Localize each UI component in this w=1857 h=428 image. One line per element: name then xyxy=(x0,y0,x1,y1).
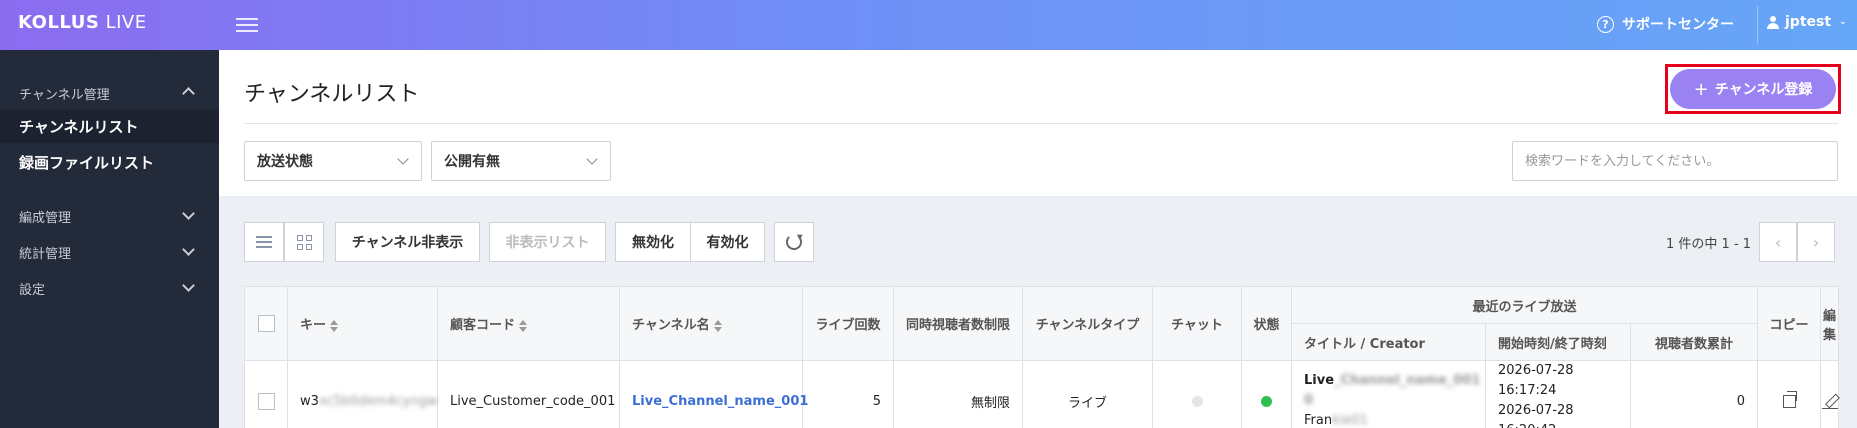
user-icon xyxy=(1767,15,1779,29)
end-time: 2026-07-28 16:20:42 xyxy=(1498,403,1574,428)
column-header-title-creator: タイトル / Creator xyxy=(1291,323,1486,361)
sidebar-group-channel[interactable]: チャンネル管理 xyxy=(0,78,219,108)
chevron-left-icon: ‹ xyxy=(1774,232,1782,252)
sidebar-item-recording-list[interactable]: 録画ファイルリスト xyxy=(0,145,219,179)
sidebar: チャンネル管理 チャンネルリスト 録画ファイルリスト 編成管理 統計管理 設定 xyxy=(0,50,219,428)
grid-view-icon xyxy=(296,234,312,250)
header-divider xyxy=(1757,6,1758,44)
column-header-edit: 編集 xyxy=(1820,286,1840,361)
broadcast-state-select[interactable]: 放送状態 xyxy=(244,141,422,181)
cell-copy xyxy=(1757,360,1822,428)
copy-icon[interactable] xyxy=(1782,390,1797,408)
search-input[interactable] xyxy=(1512,141,1838,181)
column-header-channel-type: チャンネルタイプ xyxy=(1022,286,1153,361)
cell-edit xyxy=(1820,360,1840,428)
refresh-button[interactable] xyxy=(774,222,814,262)
kollus-live-logo[interactable]: KOLLUS LIVE xyxy=(18,12,147,33)
help-icon: ? xyxy=(1597,15,1614,33)
sort-icon xyxy=(519,319,528,332)
list-view-icon xyxy=(256,236,272,248)
cell-start-end: 2026-07-28 16:17:24 2026-07-28 16:20:42 xyxy=(1485,360,1631,428)
menu-toggle-icon[interactable] xyxy=(236,14,258,36)
channel-table: キー 顧客コード チャンネル名 ライブ回数 同時視聴者数制限 チャンネルタイプ … xyxy=(244,286,1840,428)
chevron-down-icon xyxy=(586,153,598,165)
chevron-down-icon xyxy=(397,153,409,165)
chevron-down-icon xyxy=(182,279,195,292)
channel-name-link[interactable]: Live_Channel_name_001 xyxy=(632,394,808,409)
cell-key: w3xc5b0dem4cyngw xyxy=(287,360,438,428)
grid-view-button[interactable] xyxy=(284,222,324,262)
cell-concurrent-limit: 無制限 xyxy=(893,360,1023,428)
sort-icon xyxy=(713,319,722,332)
cell-status xyxy=(1241,360,1292,428)
chevron-down-icon: ⌄ xyxy=(1839,17,1847,27)
public-state-select[interactable]: 公開有無 xyxy=(431,141,611,181)
sidebar-group-statistics[interactable]: 統計管理 xyxy=(0,237,219,267)
sidebar-group-settings[interactable]: 設定 xyxy=(0,273,219,303)
row-select-cell xyxy=(244,360,288,428)
disable-button[interactable]: 無効化 xyxy=(615,222,691,262)
sort-icon xyxy=(330,319,339,332)
chat-status-dot xyxy=(1191,395,1203,407)
table-row: w3xc5b0dem4cyngw Live_Customer_code_001 … xyxy=(244,360,1840,428)
result-count: 1 件の中 1 - 1 xyxy=(1666,237,1752,252)
cell-chat xyxy=(1152,360,1242,428)
chevron-up-icon xyxy=(182,87,195,100)
chevron-down-icon xyxy=(182,207,195,220)
hide-channel-button[interactable]: チャンネル非表示 xyxy=(335,222,480,262)
column-header-channel-name[interactable]: チャンネル名 xyxy=(619,286,803,361)
plus-icon: + xyxy=(1693,78,1709,100)
cell-channel-type: ライブ xyxy=(1022,360,1153,428)
top-header: KOLLUS LIVE ? サポートセンター jptest ⌄ xyxy=(0,0,1857,50)
column-header-customer-code[interactable]: 顧客コード xyxy=(437,286,620,361)
cell-live-count: 5 xyxy=(802,360,894,428)
column-header-start-end: 開始時刻/終了時刻 xyxy=(1485,323,1631,361)
select-all-cell xyxy=(244,286,288,361)
sidebar-item-channel-list[interactable]: チャンネルリスト xyxy=(0,109,219,143)
column-header-status: 状態 xyxy=(1241,286,1292,361)
edit-icon[interactable] xyxy=(1821,393,1838,409)
select-all-checkbox[interactable] xyxy=(257,315,275,332)
column-header-chat: チャット xyxy=(1152,286,1242,361)
column-header-concurrent-limit: 同時視聴者数制限 xyxy=(893,286,1023,361)
user-menu[interactable]: jptest ⌄ xyxy=(1767,14,1847,30)
column-group-recent-live: 最近のライブ放送 xyxy=(1290,286,1759,324)
refresh-icon xyxy=(786,234,802,250)
prev-page-button[interactable]: ‹ xyxy=(1759,222,1797,262)
list-view-button[interactable] xyxy=(244,222,284,262)
cell-viewer-total: 0 xyxy=(1629,360,1759,428)
column-header-live-count: ライブ回数 xyxy=(802,286,894,361)
sidebar-group-schedule[interactable]: 編成管理 xyxy=(0,201,219,231)
support-center-link[interactable]: ? サポートセンター xyxy=(1597,14,1734,34)
register-channel-button[interactable]: + チャンネル登録 xyxy=(1670,69,1836,109)
chevron-down-icon xyxy=(182,243,195,256)
column-header-viewer-total: 視聴者数累計 xyxy=(1629,323,1759,361)
chevron-right-icon: › xyxy=(1812,232,1820,252)
start-time: 2026-07-28 16:17:24 xyxy=(1498,363,1574,398)
cell-channel-name: Live_Channel_name_001 xyxy=(619,360,808,428)
page-title: チャンネルリスト xyxy=(244,82,420,107)
cell-title-creator: Live_Channel_name_001 0 Frankie01 xyxy=(1291,360,1486,428)
divider xyxy=(244,123,1838,124)
hidden-list-button[interactable]: 非表示リスト xyxy=(489,222,606,262)
cell-customer-code: Live_Customer_code_001 xyxy=(437,360,620,428)
column-header-key[interactable]: キー xyxy=(287,286,438,361)
next-page-button[interactable]: › xyxy=(1797,222,1835,262)
live-status-dot xyxy=(1261,395,1272,407)
enable-button[interactable]: 有効化 xyxy=(690,222,765,262)
row-checkbox[interactable] xyxy=(257,392,275,410)
column-header-copy: コピー xyxy=(1757,286,1822,361)
